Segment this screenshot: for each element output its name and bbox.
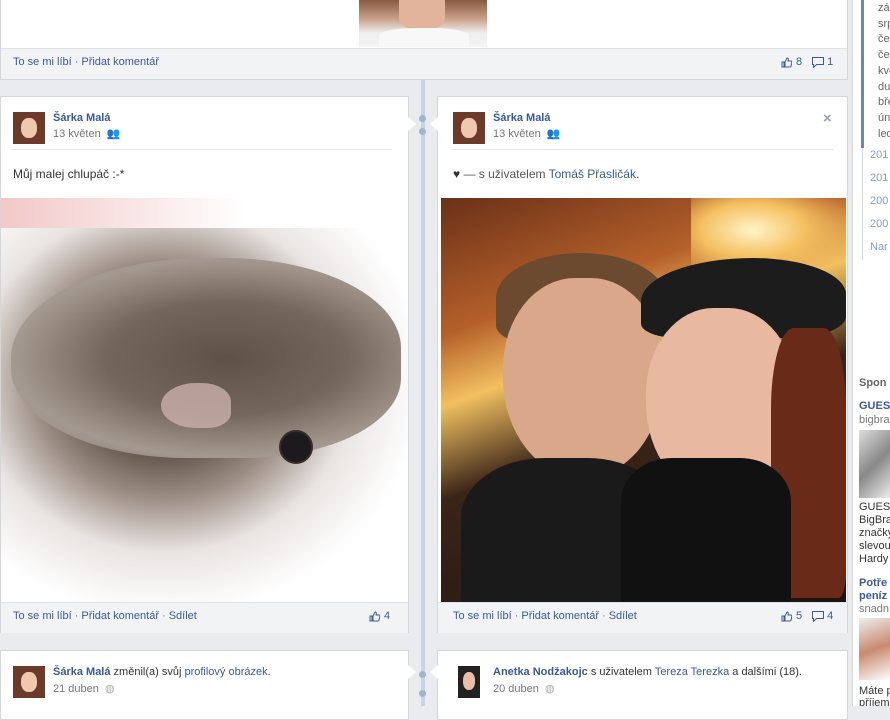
thumbs-up-icon[interactable] [781, 610, 793, 622]
post-tag-line: ♥ — s uživatelem Tomáš Přasličák. [453, 167, 640, 181]
like-link[interactable]: To se mi líbí [13, 56, 72, 68]
timeline-dot [419, 690, 426, 697]
timeline-pointer [408, 117, 416, 131]
month-nav-item[interactable]: bře [878, 96, 890, 108]
timeline-pointer [430, 117, 438, 131]
ad-body-line: Máte p [859, 685, 890, 697]
timeline-pointer [408, 665, 416, 679]
ad-subtitle[interactable]: bigbra [859, 414, 890, 426]
post-text: Můj malej chlupáč :-* [13, 167, 125, 181]
ad-title[interactable]: Potře [859, 577, 887, 589]
public-globe-icon[interactable]: ◍ [545, 683, 555, 695]
month-nav-item[interactable]: dub [878, 81, 890, 93]
friends-audience-icon[interactable]: 👥 [547, 128, 561, 140]
month-nav-item[interactable]: čer [878, 33, 890, 45]
comment-icon[interactable] [812, 56, 825, 69]
add-comment-link[interactable]: Přidat komentář [81, 56, 159, 68]
year-nav-item[interactable]: 201 [870, 149, 888, 161]
avatar[interactable] [13, 666, 45, 698]
author-name[interactable]: Šárka Malá [53, 666, 110, 678]
post-header-line: Anetka Nodžakojc s uživatelem Tereza Ter… [493, 666, 802, 678]
friends-audience-icon[interactable]: 👥 [107, 128, 121, 140]
year-nav-item[interactable]: Nar [870, 241, 888, 253]
add-comment-link[interactable]: Přidat komentář [521, 610, 599, 622]
ad-body-line: slevou [859, 540, 890, 552]
ad-body-line: příjem [859, 697, 890, 706]
post-photo[interactable] [1, 198, 408, 602]
ad-body-line: Hardy [859, 553, 889, 565]
share-link[interactable]: Sdílet [609, 610, 637, 622]
post-card-left: Šárka Malá 13 květen 👥 Můj malej chlupáč… [0, 96, 409, 633]
tagged-user-link[interactable]: Tereza Terezka [655, 666, 729, 678]
month-nav-item[interactable]: úno [878, 112, 890, 124]
sponsored-heading: Spon [859, 377, 887, 389]
author-name[interactable]: Anetka Nodžakojc [493, 666, 588, 678]
comments-count[interactable]: 1 [827, 56, 833, 68]
avatar[interactable] [458, 666, 480, 698]
year-nav-item[interactable]: 201 [870, 172, 888, 184]
post-card-left: Šárka Malá změnil(a) svůj profilový obrá… [0, 650, 409, 720]
month-nav-item[interactable]: zář [878, 2, 890, 14]
right-column: zář srp čer čer kve dub bře úno led 201 … [852, 0, 890, 706]
author-name[interactable]: Šárka Malá [53, 112, 110, 124]
avatar[interactable] [453, 112, 485, 144]
post-date[interactable]: 21 duben ◍ [53, 682, 115, 695]
add-comment-link[interactable]: Přidat komentář [81, 610, 159, 622]
year-nav-item[interactable]: 200 [870, 218, 888, 230]
like-link[interactable]: To se mi líbí [13, 610, 72, 622]
ad-title[interactable]: GUES [859, 400, 890, 412]
thumbs-up-icon[interactable] [781, 56, 793, 68]
month-nav-item[interactable]: srp [878, 18, 890, 30]
top-post-card: To se mi líbí · Přidat komentář 8 1 [0, 0, 848, 80]
month-nav-item[interactable]: led [878, 128, 890, 140]
author-name[interactable]: Šárka Malá [493, 112, 550, 124]
comments-count[interactable]: 4 [827, 610, 833, 622]
ad-body-line: značky [859, 527, 890, 539]
like-link[interactable]: To se mi líbí [453, 610, 512, 622]
post-photo[interactable] [441, 198, 846, 602]
tagged-user-link[interactable]: Tomáš Přasličák [549, 167, 636, 181]
likes-count[interactable]: 5 [796, 610, 802, 622]
year-nav-item[interactable]: 200 [870, 195, 888, 207]
month-nav-item[interactable]: čer [878, 49, 890, 61]
profile-picture-link[interactable]: profilový obrázek [184, 666, 267, 678]
timeline-spine [421, 80, 425, 706]
heart-icon: ♥ [453, 167, 461, 181]
top-post-photo[interactable] [359, 0, 487, 47]
ad-image[interactable] [859, 430, 890, 498]
ad-title-line2[interactable]: peníz [859, 590, 887, 602]
post-header-line: Šárka Malá změnil(a) svůj profilový obrá… [53, 666, 271, 678]
post-date[interactable]: 13 květen 👥 [53, 127, 120, 140]
ad-body-line: GUESS [859, 501, 890, 513]
timeline-nav-rail [862, 148, 863, 260]
timeline-dot [419, 671, 426, 678]
month-nav-item[interactable]: kve [878, 65, 890, 77]
timeline-dot [419, 115, 426, 122]
thumbs-up-icon[interactable] [369, 610, 381, 622]
close-icon[interactable]: × [823, 110, 832, 127]
post-card-right: Anetka Nodžakojc s uživatelem Tereza Ter… [437, 650, 848, 720]
likes-count[interactable]: 4 [384, 610, 390, 622]
comment-icon[interactable] [812, 610, 825, 623]
likes-count[interactable]: 8 [796, 56, 802, 68]
post-card-right: Šárka Malá 13 květen 👥 × ♥ — s uživatele… [437, 96, 848, 633]
public-globe-icon[interactable]: ◍ [105, 683, 115, 695]
share-link[interactable]: Sdílet [169, 610, 197, 622]
ad-body-line: BigBra [859, 514, 890, 526]
ad-image[interactable] [859, 618, 890, 680]
timeline-dot [419, 128, 426, 135]
timeline-pointer [430, 665, 438, 679]
avatar[interactable] [13, 112, 45, 144]
post-date[interactable]: 13 květen 👥 [493, 127, 560, 140]
post-date[interactable]: 20 duben ◍ [493, 682, 555, 695]
ad-subtitle[interactable]: snadn [859, 603, 889, 615]
timeline-nav-rail [861, 0, 864, 148]
